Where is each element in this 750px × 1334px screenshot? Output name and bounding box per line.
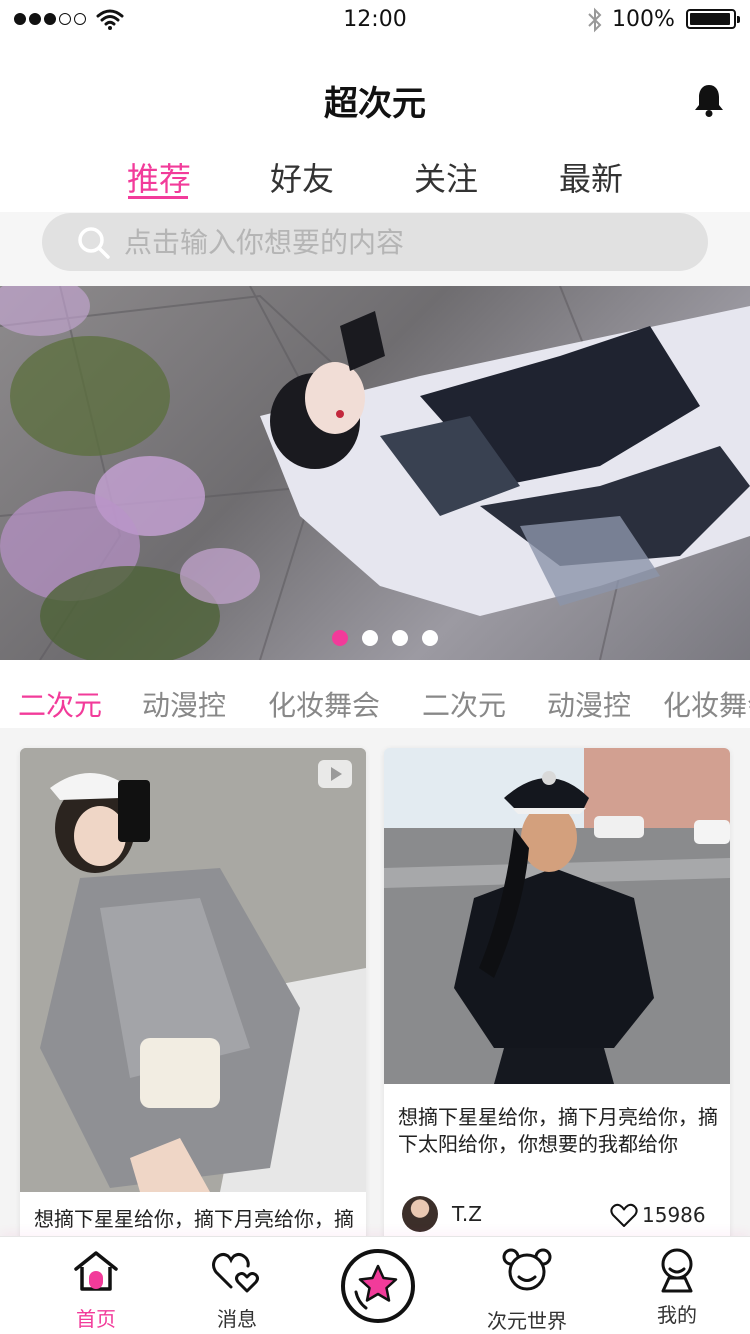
category-item[interactable]: 化妆舞会: [663, 684, 750, 724]
publish-button[interactable]: [340, 1248, 416, 1324]
heart-icon[interactable]: [610, 1202, 638, 1228]
search-input[interactable]: [124, 219, 684, 265]
banner-carousel[interactable]: [0, 286, 750, 660]
nav-messages[interactable]: 消息: [177, 1237, 297, 1334]
pagination-dot[interactable]: [332, 630, 348, 646]
card-image: [20, 748, 366, 1192]
nav-label: 我的: [657, 1303, 697, 1327]
bluetooth-icon: [588, 7, 602, 33]
nav-home[interactable]: 首页: [36, 1237, 156, 1334]
battery-percent: 100%: [612, 7, 675, 32]
tab-friends[interactable]: 好友: [242, 154, 362, 200]
like-count: 15986: [642, 1203, 706, 1227]
nav-label: 消息: [217, 1307, 257, 1331]
battery-icon: [686, 9, 740, 29]
search-icon: [78, 227, 110, 259]
card-caption: 想摘下星星给你，摘下月亮给你，摘下太阳给你，你想要的我都给你: [398, 1105, 718, 1156]
card-caption: 想摘下星星给你，摘下月亮给你，摘: [34, 1207, 354, 1231]
status-bar: 12:00 100%: [0, 0, 750, 40]
avatar[interactable]: [402, 1196, 438, 1232]
nav-world[interactable]: 次元世界: [467, 1237, 587, 1334]
nav-profile[interactable]: 我的: [617, 1237, 737, 1334]
banner-pagination: [332, 630, 438, 646]
page-title: 超次元: [324, 84, 426, 124]
pagination-dot[interactable]: [392, 630, 408, 646]
user-icon: [661, 1248, 693, 1293]
author-name[interactable]: T.Z: [452, 1202, 482, 1226]
hearts-icon: [212, 1252, 259, 1293]
card-author[interactable]: T.Z: [402, 1196, 482, 1232]
card-image: [384, 748, 730, 1084]
bear-icon: [502, 1248, 552, 1291]
category-item[interactable]: 二次元: [18, 684, 102, 724]
nav-label: 次元世界: [487, 1309, 567, 1333]
top-tabs: 推荐 好友 关注 最新: [0, 154, 750, 204]
like-button[interactable]: 15986: [610, 1200, 706, 1230]
category-item[interactable]: 化妆舞会: [268, 684, 380, 724]
pagination-dot[interactable]: [422, 630, 438, 646]
feed-card[interactable]: 想摘下星星给你，摘下月亮给你，摘: [20, 748, 366, 1268]
category-item[interactable]: 动漫控: [547, 684, 631, 724]
category-item[interactable]: 二次元: [422, 684, 506, 724]
tab-following[interactable]: 关注: [386, 154, 506, 200]
bell-icon[interactable]: [692, 82, 726, 118]
tab-latest[interactable]: 最新: [531, 154, 651, 200]
tab-active-indicator: [128, 196, 188, 199]
pagination-dot[interactable]: [362, 630, 378, 646]
nav-label: 首页: [76, 1307, 116, 1331]
video-icon: [318, 760, 352, 788]
category-strip: 二次元 动漫控 化妆舞会 二次元 动漫控 化妆舞会: [0, 684, 750, 728]
tab-recommend[interactable]: 推荐: [99, 154, 219, 200]
home-icon: [74, 1251, 118, 1291]
banner-image: [0, 286, 750, 660]
category-item[interactable]: 动漫控: [142, 684, 226, 724]
feed-card[interactable]: 想摘下星星给你，摘下月亮给你，摘下太阳给你，你想要的我都给你 T.Z 15986: [384, 748, 730, 1248]
